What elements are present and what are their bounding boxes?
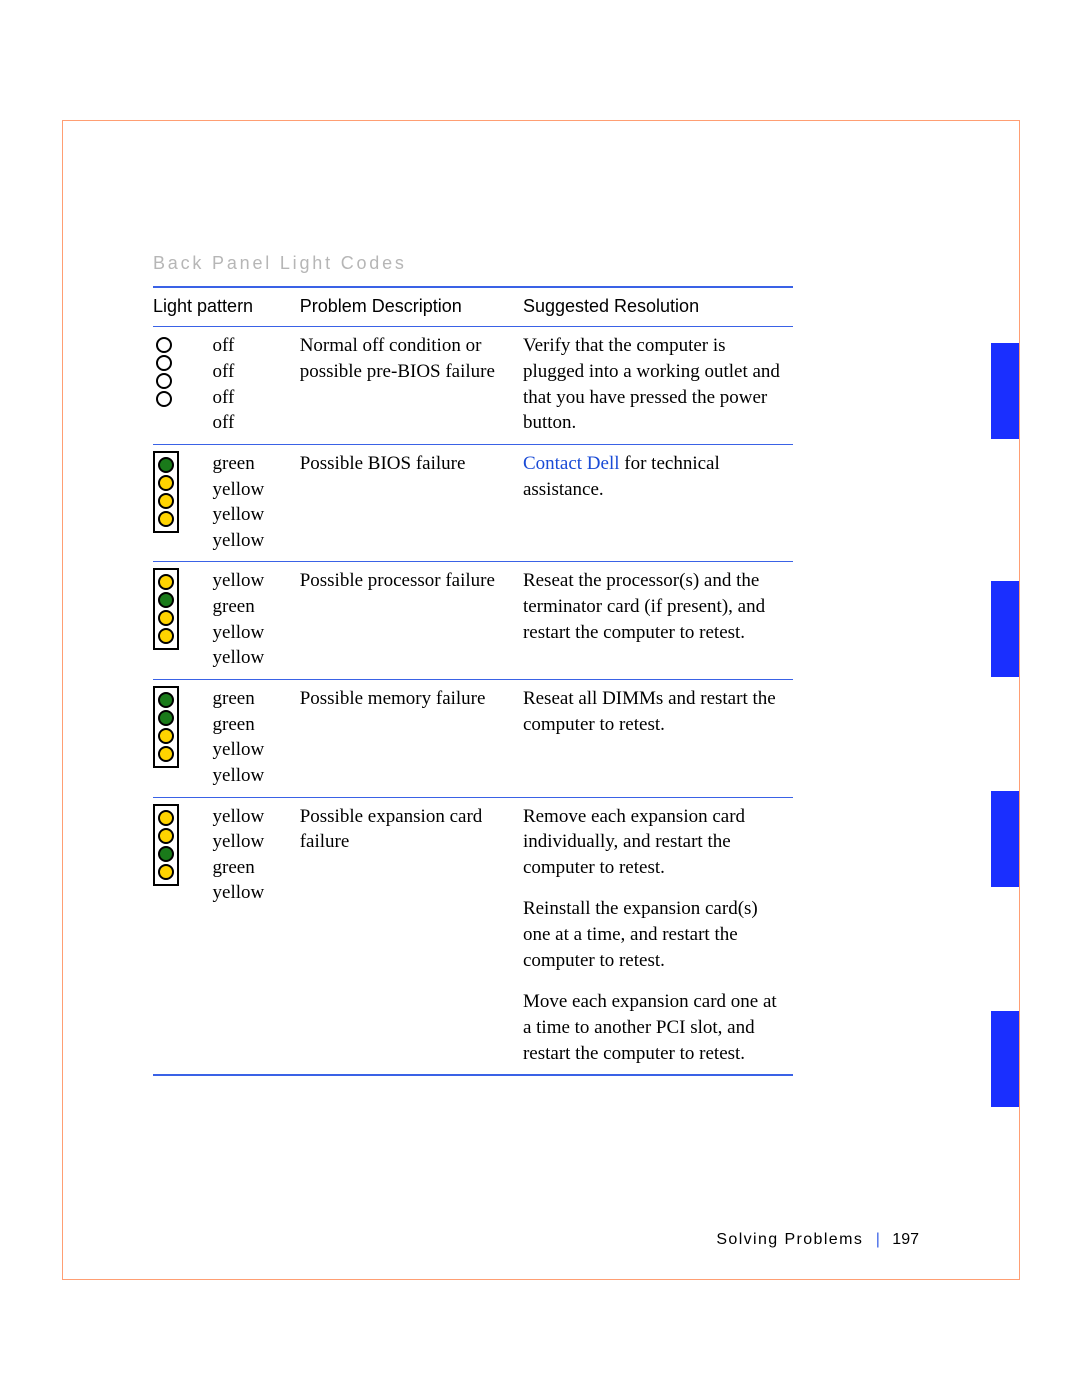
light-label: green (213, 451, 294, 477)
resolution-cell: Remove each expansion card individually,… (523, 797, 793, 1075)
page-frame: Back Panel Light Codes Light pattern Pro… (62, 120, 1020, 1280)
resolution-cell: Verify that the computer is plugged into… (523, 327, 793, 445)
table-row: yellowyellowgreenyellowPossible expansio… (153, 797, 793, 1075)
light-label: yellow (213, 737, 294, 763)
yellow-led-icon (158, 511, 174, 527)
led-box-icon (153, 686, 179, 768)
yellow-led-icon (158, 628, 174, 644)
yellow-led-icon (158, 475, 174, 491)
table-row: greengreenyellowyellowPossible memory fa… (153, 679, 793, 797)
side-tab (991, 791, 1019, 887)
light-pattern-cell (153, 327, 213, 445)
led-box-icon (153, 333, 175, 411)
light-label: yellow (213, 645, 294, 671)
resolution-text: Remove each expansion card individually,… (523, 804, 787, 881)
off-led-icon (156, 391, 172, 407)
resolution-text: Move each expansion card one at a time t… (523, 989, 787, 1066)
light-label: yellow (213, 477, 294, 503)
led-box-icon (153, 568, 179, 650)
th-pattern: Light pattern (153, 287, 300, 327)
light-label-cell: yellowyellowgreenyellow (213, 797, 300, 1075)
yellow-led-icon (158, 828, 174, 844)
th-resolution: Suggested Resolution (523, 287, 793, 327)
light-label: yellow (213, 502, 294, 528)
yellow-led-icon (158, 810, 174, 826)
light-label: off (213, 385, 294, 411)
green-led-icon (158, 846, 174, 862)
off-led-icon (156, 337, 172, 353)
page-footer: Solving Problems | 197 (716, 1231, 919, 1249)
table-row: greenyellowyellowyellowPossible BIOS fai… (153, 444, 793, 562)
light-label: yellow (213, 829, 294, 855)
led-box-icon (153, 804, 179, 886)
light-label-cell: greengreenyellowyellow (213, 679, 300, 797)
yellow-led-icon (158, 493, 174, 509)
off-led-icon (156, 373, 172, 389)
light-label: off (213, 359, 294, 385)
problem-description-cell: Possible expansion card failure (300, 797, 523, 1075)
table-row: yellowgreenyellowyellowPossible processo… (153, 562, 793, 680)
problem-description-cell: Possible memory failure (300, 679, 523, 797)
resolution-cell: Reseat all DIMMs and restart the compute… (523, 679, 793, 797)
light-pattern-cell (153, 679, 213, 797)
light-label-cell: greenyellowyellowyellow (213, 444, 300, 562)
light-label: yellow (213, 528, 294, 554)
light-label-cell: offoffoffoff (213, 327, 300, 445)
section-title: Back Panel Light Codes (153, 253, 793, 274)
light-label: green (213, 855, 294, 881)
light-codes-table: Light pattern Problem Description Sugges… (153, 286, 793, 1076)
light-pattern-cell (153, 444, 213, 562)
footer-section-label: Solving Problems (716, 1231, 863, 1248)
light-label: off (213, 333, 294, 359)
side-tab (991, 581, 1019, 677)
side-tab (991, 343, 1019, 439)
th-description: Problem Description (300, 287, 523, 327)
light-label: yellow (213, 804, 294, 830)
light-pattern-cell (153, 797, 213, 1075)
light-label-cell: yellowgreenyellowyellow (213, 562, 300, 680)
yellow-led-icon (158, 728, 174, 744)
yellow-led-icon (158, 864, 174, 880)
green-led-icon (158, 457, 174, 473)
light-label: green (213, 686, 294, 712)
light-label: green (213, 594, 294, 620)
footer-page-number: 197 (892, 1231, 919, 1248)
yellow-led-icon (158, 746, 174, 762)
light-label: yellow (213, 568, 294, 594)
green-led-icon (158, 592, 174, 608)
yellow-led-icon (158, 574, 174, 590)
side-tab (991, 1011, 1019, 1107)
green-led-icon (158, 692, 174, 708)
light-label: green (213, 712, 294, 738)
yellow-led-icon (158, 610, 174, 626)
off-led-icon (156, 355, 172, 371)
contact-dell-link[interactable]: Contact Dell (523, 453, 620, 474)
problem-description-cell: Possible processor failure (300, 562, 523, 680)
footer-separator: | (876, 1231, 880, 1248)
light-label: yellow (213, 763, 294, 789)
green-led-icon (158, 710, 174, 726)
led-box-icon (153, 451, 179, 533)
problem-description-cell: Normal off condition or possible pre-BIO… (300, 327, 523, 445)
light-label: yellow (213, 620, 294, 646)
resolution-text: Reinstall the expansion card(s) one at a… (523, 896, 787, 973)
table-row: offoffoffoffNormal off condition or poss… (153, 327, 793, 445)
resolution-cell: Contact Dell for technical assistance. (523, 444, 793, 562)
light-pattern-cell (153, 562, 213, 680)
light-label: yellow (213, 880, 294, 906)
resolution-cell: Reseat the processor(s) and the terminat… (523, 562, 793, 680)
problem-description-cell: Possible BIOS failure (300, 444, 523, 562)
content-area: Back Panel Light Codes Light pattern Pro… (153, 253, 793, 1076)
light-label: off (213, 410, 294, 436)
